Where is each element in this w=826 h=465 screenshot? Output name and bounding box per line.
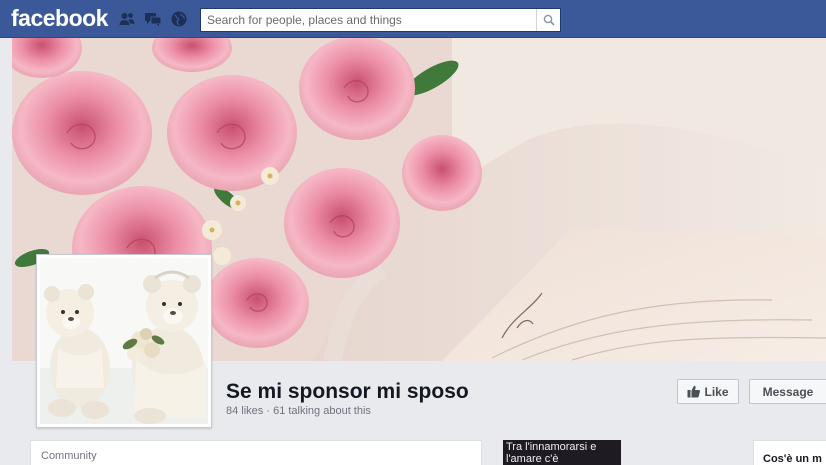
messages-icon[interactable] [144,10,162,28]
like-label: Like [704,384,729,399]
photo-thumbnail[interactable]: Tra l'innamorarsi e l'amare c'è [503,440,621,465]
search-input[interactable] [201,9,535,31]
page-category[interactable]: Community [41,450,97,462]
about-category-panel: Community [30,440,482,465]
notifications-globe-icon[interactable] [170,10,188,28]
profile-picture[interactable] [36,254,212,428]
teddy-bears-image [40,258,208,424]
message-button[interactable]: Message [749,379,826,404]
page-title[interactable]: Se mi sponsor mi sposo [226,380,469,404]
search-box [200,8,561,32]
friend-requests-icon[interactable] [118,10,136,28]
top-bar: facebook [0,0,826,38]
facebook-logo[interactable]: facebook [11,5,108,32]
search-button[interactable] [536,9,560,31]
search-icon [543,14,555,26]
like-button[interactable]: Like [677,379,739,404]
about-title: Cos'è un m [763,453,822,465]
about-box: Cos'è un m [753,440,826,465]
page-stats: 84 likes · 61 talking about this [226,405,371,417]
message-label: Message [762,384,814,399]
thumbs-up-icon [687,385,701,398]
thumbnail-caption: Tra l'innamorarsi e l'amare c'è [506,441,597,465]
facebook-page: facebook Search for people, places and t… [0,0,826,465]
